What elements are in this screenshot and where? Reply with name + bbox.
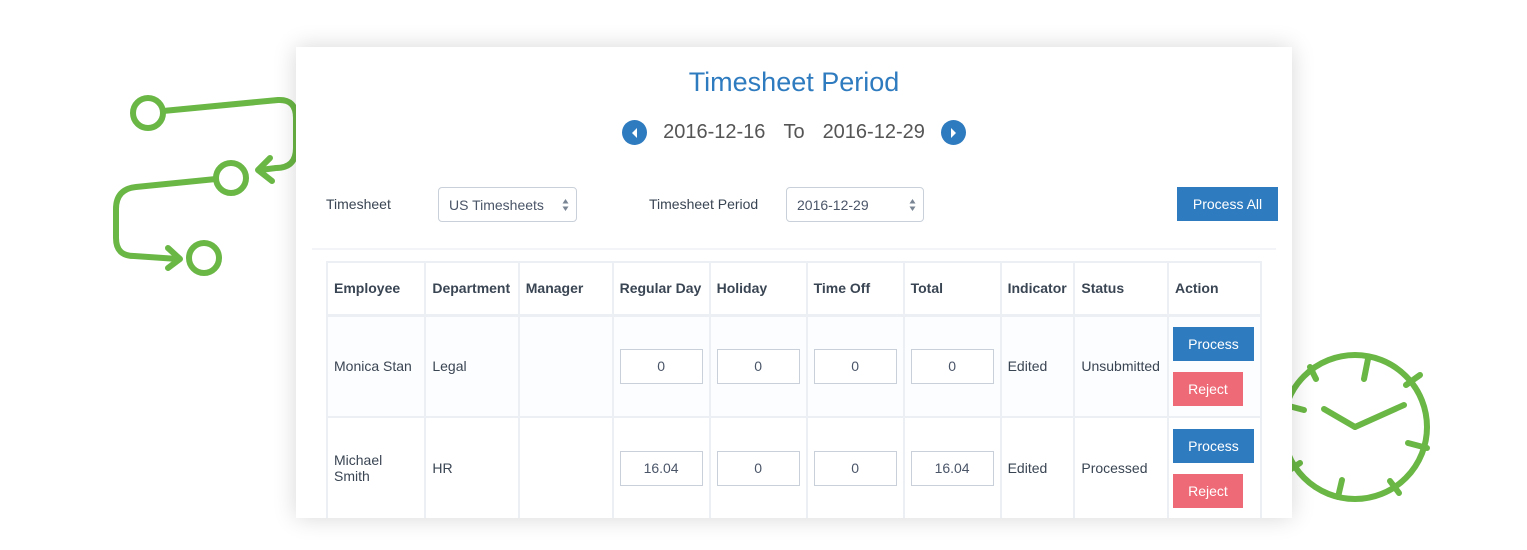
sort-arrows-icon <box>909 199 916 211</box>
holiday-input[interactable] <box>716 348 800 384</box>
indicator-cell: Edited <box>999 416 1076 518</box>
chevron-left-circle-icon <box>631 127 637 138</box>
reject-button[interactable]: Reject <box>1172 473 1243 508</box>
column-header-manager: Manager <box>517 261 614 316</box>
process-button[interactable]: Process <box>1172 326 1254 361</box>
column-header-total: Total <box>902 261 1002 316</box>
status-cell: Unsubmitted <box>1073 314 1169 418</box>
column-header-time-off: Time Off <box>805 261 905 316</box>
holiday-cell <box>708 314 808 418</box>
column-header-regular-day: Regular Day <box>611 261 711 316</box>
employee-cell: Michael Smith <box>325 416 427 518</box>
holiday-cell <box>708 416 808 518</box>
regular-day-input[interactable] <box>619 450 703 486</box>
process-all-button[interactable]: Process All <box>1177 187 1278 221</box>
action-cell: Process Reject <box>1166 416 1263 518</box>
reject-button[interactable]: Reject <box>1172 371 1243 406</box>
timesheet-select[interactable]: US Timesheets <box>438 187 577 222</box>
process-button[interactable]: Process <box>1172 428 1254 463</box>
table-header-row: Employee Department Manager Regular Day … <box>325 261 1263 316</box>
table-row: Monica Stan Legal Edited Unsubmitted Pro… <box>325 314 1263 418</box>
column-header-holiday: Holiday <box>708 261 808 316</box>
time-off-cell <box>805 416 905 518</box>
page-title: Timesheet Period <box>688 67 900 97</box>
total-input[interactable] <box>910 450 994 486</box>
period-end-date: 2016-12-29 <box>822 121 925 143</box>
timesheet-select-value: US Timesheets <box>449 197 544 213</box>
workflow-arrows-icon <box>113 95 299 276</box>
status-cell: Processed <box>1073 416 1169 518</box>
next-period-button[interactable] <box>940 120 966 145</box>
column-header-employee: Employee <box>325 261 427 316</box>
timesheet-period-select-value: 2016-12-29 <box>797 197 869 213</box>
total-input[interactable] <box>910 348 994 384</box>
sort-arrows-icon <box>562 199 569 211</box>
column-header-indicator: Indicator <box>999 261 1076 316</box>
regular-day-cell <box>611 416 711 518</box>
timesheet-table: Employee Department Manager Regular Day … <box>325 261 1263 518</box>
divider <box>312 248 1276 250</box>
timesheet-card: Timesheet Period 2016-12-16 To 2016-12-2… <box>296 47 1292 518</box>
total-cell <box>902 314 1002 418</box>
column-header-action: Action <box>1166 261 1263 316</box>
regular-day-input[interactable] <box>619 348 703 384</box>
manager-cell <box>517 416 614 518</box>
period-navigator: 2016-12-16 To 2016-12-29 <box>296 120 1292 145</box>
timesheet-period-label: Timesheet Period <box>649 196 759 212</box>
manager-cell <box>517 314 614 418</box>
period-start-date: 2016-12-16 <box>663 121 766 143</box>
regular-day-cell <box>611 314 711 418</box>
time-off-input[interactable] <box>813 348 897 384</box>
time-off-input[interactable] <box>813 450 897 486</box>
department-cell: Legal <box>424 314 520 418</box>
holiday-input[interactable] <box>716 450 800 486</box>
indicator-cell: Edited <box>999 314 1076 418</box>
period-separator: To <box>783 121 805 143</box>
column-header-department: Department <box>424 261 520 316</box>
filters-bar: Timesheet US Timesheets Timesheet Period… <box>296 187 1292 222</box>
timesheet-period-select[interactable]: 2016-12-29 <box>786 187 924 222</box>
action-cell: Process Reject <box>1166 314 1263 418</box>
chevron-right-circle-icon <box>951 127 957 138</box>
table-row: Michael Smith HR Edited Processed Proces… <box>325 416 1263 518</box>
total-cell <box>902 416 1002 518</box>
column-header-status: Status <box>1073 261 1169 316</box>
employee-cell: Monica Stan <box>325 314 427 418</box>
time-off-cell <box>805 314 905 418</box>
timesheet-label: Timesheet <box>326 196 391 212</box>
clock-icon <box>1280 352 1430 502</box>
department-cell: HR <box>424 416 520 518</box>
previous-period-button[interactable] <box>622 120 648 145</box>
